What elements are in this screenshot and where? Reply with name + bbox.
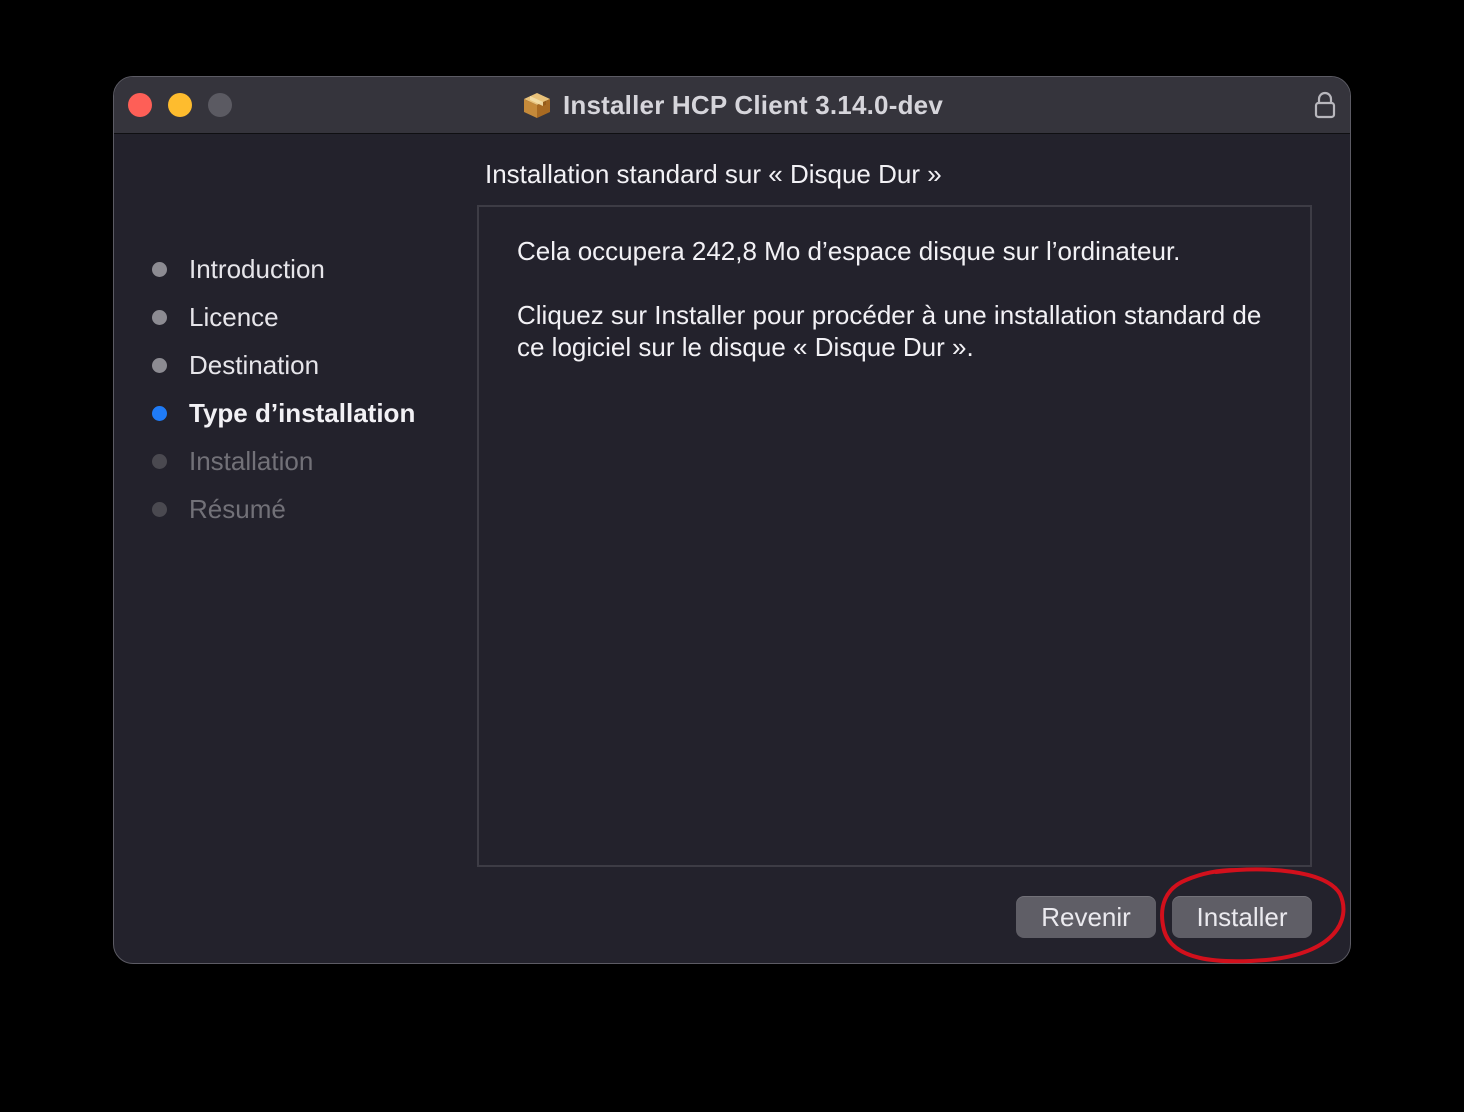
- step-introduction: Introduction: [152, 245, 415, 293]
- lock-icon[interactable]: [1314, 91, 1336, 119]
- step-installation-type: Type d’installation: [152, 389, 415, 437]
- back-button[interactable]: Revenir: [1016, 896, 1156, 938]
- step-dot: [152, 309, 167, 325]
- red-circle-annotation: [1160, 867, 1346, 964]
- instructions-text: Cliquez sur Installer pour procéder à un…: [517, 300, 1262, 362]
- content-panel: Cela occupera 242,8 Mo d’espace disque s…: [477, 205, 1312, 867]
- page-heading: Installation standard sur « Disque Dur »: [485, 159, 942, 189]
- step-label: Destination: [189, 349, 320, 380]
- installer-window: Installer HCP Client 3.14.0-dev Introduc…: [113, 76, 1351, 964]
- step-dot: [152, 357, 167, 373]
- step-installation: Installation: [152, 437, 415, 485]
- step-licence: Licence: [152, 293, 415, 341]
- step-label: Licence: [189, 301, 279, 332]
- step-dot: [152, 261, 167, 277]
- package-icon: [524, 93, 550, 118]
- step-label: Résumé: [189, 493, 286, 524]
- step-label: Installation: [189, 445, 314, 476]
- step-dot: [152, 501, 167, 517]
- step-destination: Destination: [152, 341, 415, 389]
- step-dot: [152, 453, 167, 469]
- step-dot-active: [152, 405, 167, 421]
- disk-space-text: Cela occupera 242,8 Mo d’espace disque s…: [517, 236, 1181, 266]
- steps-sidebar: Introduction Licence Destination Type d’…: [152, 245, 415, 533]
- title-bar[interactable]: Installer HCP Client 3.14.0-dev: [114, 77, 1350, 134]
- step-summary: Résumé: [152, 485, 415, 533]
- step-label: Type d’installation: [189, 397, 416, 428]
- step-label: Introduction: [189, 253, 325, 284]
- window-title-group: Installer HCP Client 3.14.0-dev: [114, 77, 1350, 133]
- window-title: Installer HCP Client 3.14.0-dev: [563, 89, 943, 120]
